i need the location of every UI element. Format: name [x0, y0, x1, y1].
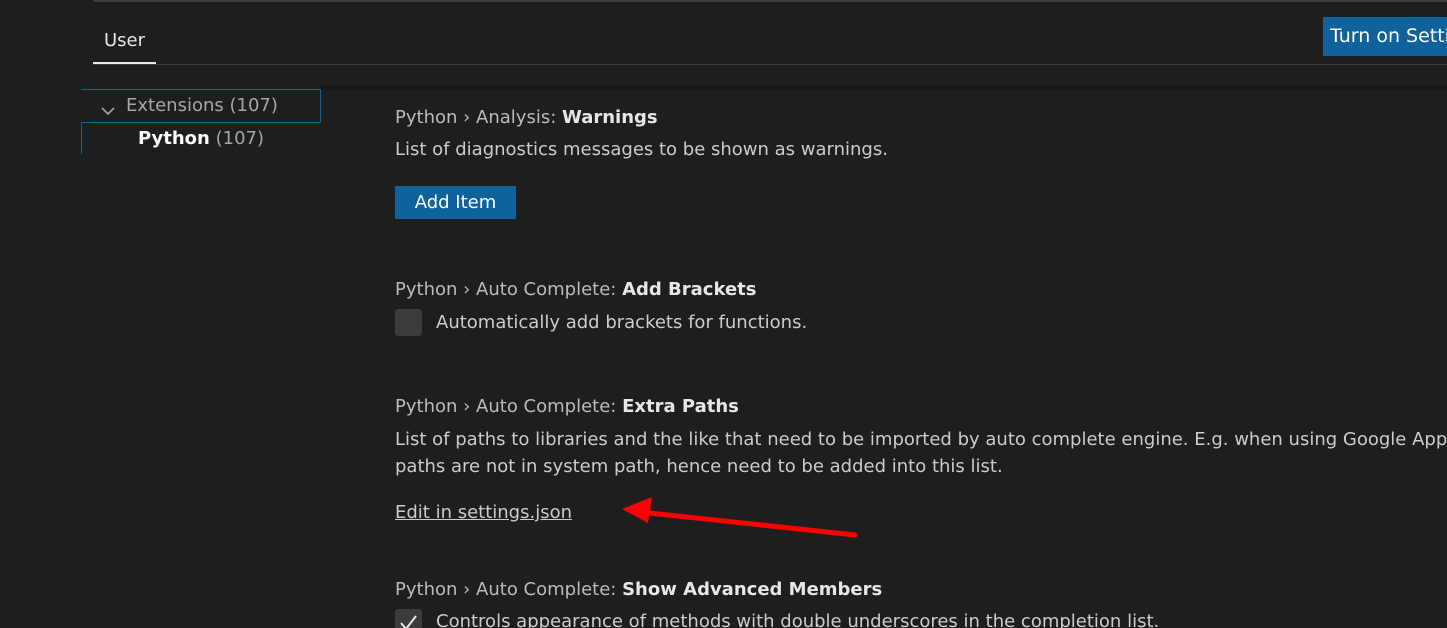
toc-item-python-name: Python	[138, 128, 210, 149]
tab-divider	[93, 64, 1447, 65]
chevron-down-icon	[100, 98, 116, 116]
toc-item-python[interactable]: Python (107)	[138, 124, 264, 154]
setting-category: Python › Auto Complete:	[395, 396, 623, 417]
setting-description-extra-paths-line2: paths are not in system path, hence need…	[395, 456, 1003, 477]
setting-name: Extra Paths	[622, 396, 739, 417]
add-item-button[interactable]: Add Item	[395, 186, 516, 219]
show-advanced-members-checkbox[interactable]	[395, 609, 422, 628]
add-brackets-checkbox[interactable]	[395, 309, 422, 336]
setting-category: Python › Auto Complete:	[395, 579, 623, 600]
setting-title-add-brackets: Python › Auto Complete: Add Brackets	[395, 278, 757, 302]
setting-title-warnings: Python › Analysis: Warnings	[395, 106, 658, 130]
setting-name: Add Brackets	[622, 279, 757, 300]
check-icon	[400, 615, 417, 628]
top-border	[93, 0, 1447, 2]
setting-description-add-brackets: Automatically add brackets for functions…	[436, 312, 808, 333]
toc-item-extensions[interactable]: Extensions (107)	[81, 89, 321, 123]
toc-item-python-count: (107)	[215, 128, 264, 149]
setting-title-extra-paths: Python › Auto Complete: Extra Paths	[395, 395, 739, 419]
turn-on-settings-sync-button[interactable]: Turn on Settings Sync	[1323, 17, 1447, 56]
settings-editor: User Turn on Settings Sync Extensions (1…	[0, 0, 1447, 628]
setting-name: Warnings	[561, 107, 658, 128]
tab-user[interactable]: User	[93, 28, 156, 64]
toc-item-extensions-label: Extensions (107)	[126, 95, 278, 116]
edit-in-settings-json-link[interactable]: Edit in settings.json	[395, 499, 572, 526]
setting-description-extra-paths-line1: List of paths to libraries and the like …	[395, 429, 1447, 450]
setting-category: Python › Auto Complete:	[395, 279, 623, 300]
setting-description-show-advanced-members: Controls appearance of methods with doub…	[436, 611, 1160, 628]
setting-name: Show Advanced Members	[622, 579, 883, 600]
setting-category: Python › Analysis:	[395, 107, 562, 128]
header-shadow	[320, 86, 1447, 91]
setting-description-warnings: List of diagnostics messages to be shown…	[395, 139, 888, 160]
setting-title-show-advanced-members: Python › Auto Complete: Show Advanced Me…	[395, 578, 882, 602]
toc-focus-border	[81, 123, 82, 154]
